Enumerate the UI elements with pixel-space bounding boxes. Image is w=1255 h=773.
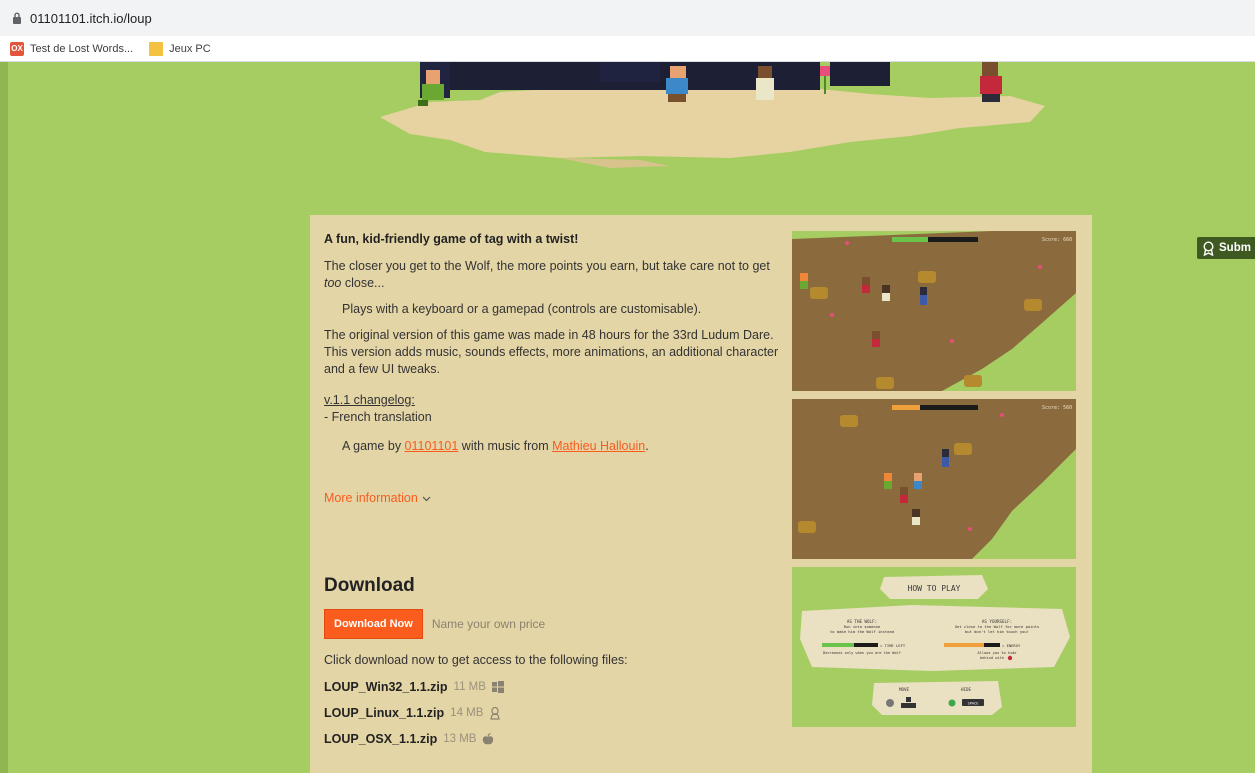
svg-text:Score: 560: Score: 560 xyxy=(1042,405,1072,411)
game-description: A fun, kid-friendly game of tag with a t… xyxy=(324,231,779,507)
svg-text:= ENERGY: = ENERGY xyxy=(1002,643,1021,648)
game-banner-art xyxy=(380,62,1045,168)
download-title: Download xyxy=(324,575,415,596)
bookmark-label: Test de Lost Words... xyxy=(30,42,134,55)
file-row: LOUP_Win32_1.1.zip 11 MB xyxy=(324,680,779,694)
file-name: LOUP_Win32_1.1.zip xyxy=(324,680,448,694)
download-now-button[interactable]: Download Now xyxy=(324,609,423,639)
address-bar[interactable]: 01101101.itch.io/loup xyxy=(0,0,1255,36)
pixel-character-red xyxy=(980,62,1002,102)
screenshot-1[interactable]: Score: 660 xyxy=(792,231,1076,391)
author-link[interactable]: 01101101 xyxy=(405,439,459,453)
changelog-item: - French translation xyxy=(324,410,432,424)
lock-icon xyxy=(10,11,24,25)
bookmark-jeux-pc[interactable]: Jeux PC xyxy=(149,41,211,56)
file-name: LOUP_OSX_1.1.zip xyxy=(324,732,438,746)
musician-link[interactable]: Mathieu Hallouin xyxy=(552,439,645,453)
bookmark-label: Jeux PC xyxy=(169,42,211,55)
svg-text:Score: 660: Score: 660 xyxy=(1042,237,1072,243)
download-section: Download Download Now Name your own pric… xyxy=(324,575,779,758)
submit-label: Subm xyxy=(1219,242,1251,254)
windows-icon xyxy=(491,681,504,693)
svg-text:Decreases only when you are th: Decreases only when you are the Wolf xyxy=(823,651,901,655)
itch-game-page: A fun, kid-friendly game of tag with a t… xyxy=(0,62,1255,773)
screenshots-column: Score: 660 Score: 560 HOW TO PLAY AS THE… xyxy=(792,231,1077,735)
file-row: LOUP_OSX_1.1.zip 13 MB xyxy=(324,732,779,746)
more-information-toggle[interactable]: More information xyxy=(324,490,431,507)
bookmarks-bar: OX Test de Lost Words... Jeux PC xyxy=(0,36,1255,62)
bookmark-lost-words[interactable]: OX Test de Lost Words... xyxy=(10,41,134,56)
screenshot-how-to-play[interactable]: HOW TO PLAY AS THE WOLF: Run into someon… xyxy=(792,567,1076,727)
svg-text:but don't let him touch you!: but don't let him touch you! xyxy=(965,629,1029,634)
description-paragraph-2: Plays with a keyboard or a gamepad (cont… xyxy=(342,302,702,316)
folder-icon xyxy=(149,41,164,56)
award-ribbon-icon xyxy=(1203,240,1214,256)
price-label: Name your own price xyxy=(431,617,546,631)
svg-text:SPACE: SPACE xyxy=(968,702,979,706)
svg-text:Allows you to hide: Allows you to hide xyxy=(978,651,1017,655)
svg-text:behind with: behind with xyxy=(980,656,1004,660)
chevron-down-icon xyxy=(422,490,431,507)
pixel-character-dress xyxy=(756,66,774,100)
url-text[interactable]: 01101101.itch.io/loup xyxy=(30,11,152,26)
page-edge xyxy=(0,62,8,773)
screenshot-2[interactable]: Score: 560 xyxy=(792,399,1076,559)
svg-text:to make him the Wolf instead: to make him the Wolf instead xyxy=(830,629,894,634)
description-paragraph-3: The original version of this game was ma… xyxy=(324,328,779,376)
download-note: Click download now to get access to the … xyxy=(324,653,628,667)
ox-favicon: OX xyxy=(10,41,24,56)
apple-icon xyxy=(482,733,494,745)
changelog-title: v.1.1 changelog: xyxy=(324,393,415,407)
svg-text:MOVE: MOVE xyxy=(899,687,910,692)
file-size: 13 MB xyxy=(443,733,477,745)
description-paragraph-1: The closer you get to the Wolf, the more… xyxy=(324,259,770,290)
game-content-panel: A fun, kid-friendly game of tag with a t… xyxy=(310,215,1092,773)
description-lead: A fun, kid-friendly game of tag with a t… xyxy=(324,232,579,246)
file-size: 14 MB xyxy=(450,707,484,719)
changelog: v.1.1 changelog: - French translation xyxy=(324,392,779,426)
file-row: LOUP_Linux_1.1.zip 14 MB xyxy=(324,706,779,720)
submit-ribbon-button[interactable]: Subm xyxy=(1197,237,1255,259)
file-name: LOUP_Linux_1.1.zip xyxy=(324,706,445,720)
svg-text:= TIME LEFT: = TIME LEFT xyxy=(880,643,906,648)
credits: A game by 01101101 with music from Mathi… xyxy=(342,439,649,453)
svg-text:HOW TO PLAY: HOW TO PLAY xyxy=(908,584,961,593)
linux-icon xyxy=(489,707,501,720)
file-size: 11 MB xyxy=(453,681,486,693)
svg-text:HIDE: HIDE xyxy=(961,687,972,692)
